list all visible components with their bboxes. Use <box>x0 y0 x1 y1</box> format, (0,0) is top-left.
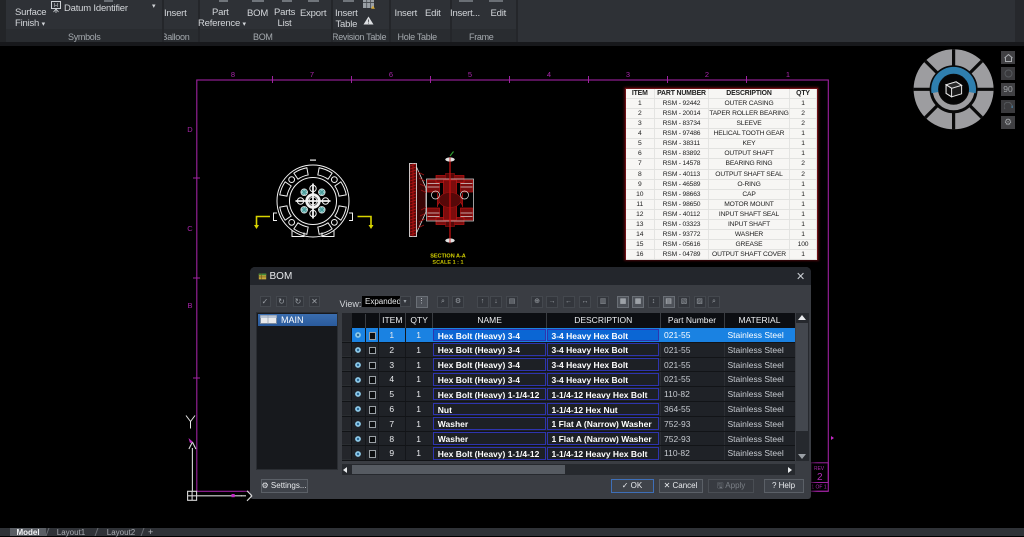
svg-text:B: B <box>187 301 192 310</box>
svg-text:6: 6 <box>389 70 393 79</box>
svg-text:2: 2 <box>705 70 709 79</box>
svg-text:4: 4 <box>547 70 551 79</box>
svg-text:C: C <box>187 224 193 233</box>
svg-text:D: D <box>187 125 193 134</box>
svg-text:1: 1 <box>786 70 790 79</box>
svg-text:7: 7 <box>310 70 314 79</box>
svg-text:8: 8 <box>231 70 235 79</box>
svg-text:3: 3 <box>626 70 630 79</box>
svg-text:SCALE 1 : 1: SCALE 1 : 1 <box>432 260 463 266</box>
svg-text:SECTION A-A: SECTION A-A <box>430 254 466 260</box>
svg-text:H: H <box>54 3 58 9</box>
svg-text:5: 5 <box>468 70 472 79</box>
svg-text:!: ! <box>368 20 370 26</box>
svg-text:2: 2 <box>817 472 823 483</box>
svg-text:1 OF 1: 1 OF 1 <box>811 485 827 491</box>
